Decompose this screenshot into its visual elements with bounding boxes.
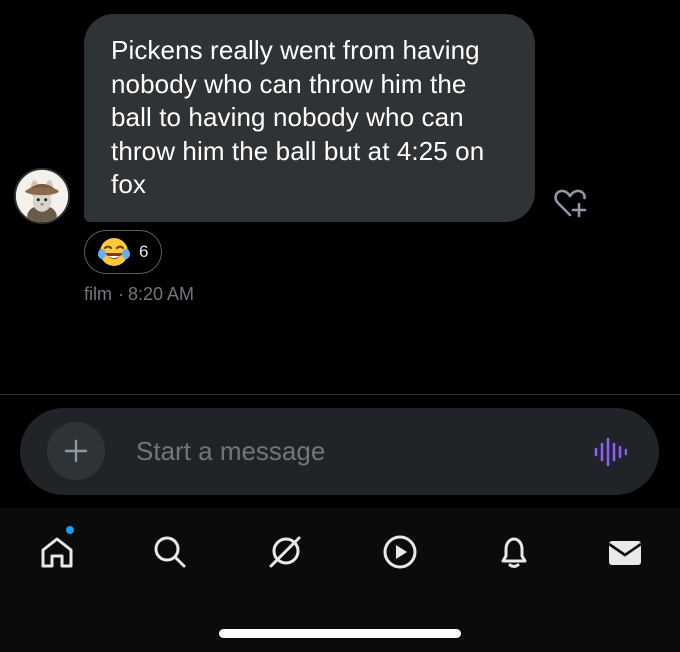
reaction-chip[interactable]: 6 bbox=[84, 230, 162, 274]
play-icon bbox=[383, 535, 417, 569]
message-meta: film · 8:20 AM bbox=[84, 284, 194, 305]
search-icon bbox=[154, 536, 186, 568]
avatar[interactable] bbox=[14, 168, 70, 224]
message-input[interactable] bbox=[136, 430, 566, 472]
tears-of-joy-emoji-icon bbox=[97, 235, 131, 269]
home-notification-badge bbox=[64, 524, 76, 536]
envelope-icon bbox=[608, 541, 642, 565]
voice-waveform-icon bbox=[594, 437, 627, 467]
plus-icon bbox=[64, 439, 88, 463]
reaction-count: 6 bbox=[139, 242, 149, 261]
message-composer bbox=[20, 408, 659, 495]
avatar-image bbox=[16, 170, 68, 222]
bottom-tab-bar bbox=[0, 508, 680, 652]
tab-home[interactable] bbox=[33, 528, 81, 576]
add-reaction-button[interactable] bbox=[550, 186, 590, 220]
sender-name: film bbox=[84, 284, 112, 304]
add-attachment-button[interactable] bbox=[47, 422, 105, 480]
tab-grok[interactable] bbox=[261, 528, 309, 576]
voice-message-button[interactable] bbox=[590, 432, 630, 472]
tab-messages[interactable] bbox=[601, 528, 649, 576]
home-indicator bbox=[219, 629, 461, 638]
message-text: Pickens really went from having nobody w… bbox=[111, 35, 485, 199]
message-timestamp: 8:20 AM bbox=[128, 284, 195, 304]
tab-video[interactable] bbox=[376, 528, 424, 576]
grok-icon bbox=[269, 536, 301, 568]
home-icon bbox=[41, 537, 73, 568]
conversation-area: Pickens really went from having nobody w… bbox=[0, 0, 680, 394]
bell-icon bbox=[501, 537, 527, 568]
heart-plus-icon bbox=[554, 189, 587, 218]
message-bubble[interactable]: Pickens really went from having nobody w… bbox=[84, 14, 535, 222]
tab-search[interactable] bbox=[146, 528, 194, 576]
tab-notifications[interactable] bbox=[490, 528, 538, 576]
meta-separator: · bbox=[118, 284, 124, 304]
